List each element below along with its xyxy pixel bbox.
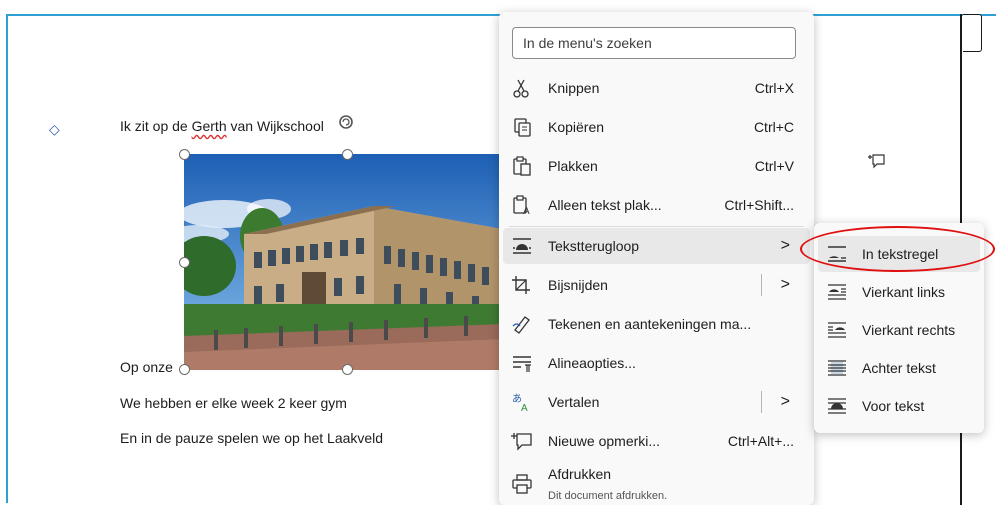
menu-item-label: Knippen bbox=[548, 80, 600, 96]
menu-item-translate[interactable]: あ A Vertalen > bbox=[503, 384, 810, 420]
chevron-right-icon[interactable]: > bbox=[781, 393, 790, 411]
menu-item-shortcut: Ctrl+V bbox=[754, 158, 794, 174]
menu-item-label: Tekenen en aantekeningen ma... bbox=[548, 316, 752, 332]
submenu-item-label: Achter tekst bbox=[862, 360, 936, 376]
context-menu: In de menu's zoeken Knippen Ctrl+X Kopië… bbox=[499, 12, 814, 505]
menu-separator bbox=[509, 226, 804, 227]
menu-item-paragraph[interactable]: Alineaopties... bbox=[503, 345, 810, 381]
doc-line-3[interactable]: We hebben er elke week 2 keer gym bbox=[120, 395, 347, 411]
rotate-handle-icon[interactable] bbox=[338, 114, 354, 130]
crop-icon bbox=[512, 276, 530, 294]
highlight-ring bbox=[800, 226, 995, 272]
scroll-tab[interactable] bbox=[963, 14, 982, 52]
square-right-icon bbox=[828, 322, 846, 338]
comment-icon[interactable] bbox=[868, 153, 886, 169]
print-icon bbox=[512, 474, 532, 494]
menu-item-new-comment[interactable]: Nieuwe opmerki... Ctrl+Alt+... bbox=[503, 423, 810, 459]
translate-icon: あ A bbox=[512, 393, 528, 412]
menu-item-label: Kopiëren bbox=[548, 119, 605, 135]
doc-line-1[interactable]: Ik zit op de Gerth van Wijkschool bbox=[120, 118, 324, 134]
menu-item-shortcut: Ctrl+Alt+... bbox=[727, 433, 794, 449]
chevron-right-icon: > bbox=[780, 237, 790, 254]
menu-item-paste-text-only[interactable]: A Alleen tekst plak... Ctrl+Shift... bbox=[503, 187, 810, 223]
submenu-item-square-left[interactable]: Vierkant links bbox=[818, 274, 980, 310]
menu-item-wrap-text[interactable]: Tekstterugloop > bbox=[503, 228, 810, 264]
submenu-item-in-front-text[interactable]: Voor tekst bbox=[818, 388, 980, 424]
line-text: van Wijkschool bbox=[226, 118, 324, 134]
menu-item-label: Afdrukken bbox=[548, 466, 612, 482]
menu-item-label: Alleen tekst plak... bbox=[548, 197, 662, 213]
paste-icon bbox=[513, 156, 531, 176]
menu-item-draw[interactable]: Tekenen en aantekeningen ma... bbox=[503, 306, 810, 342]
school-photo[interactable] bbox=[184, 154, 504, 370]
square-left-icon bbox=[828, 284, 846, 300]
svg-text:A: A bbox=[521, 403, 528, 412]
menu-item-print[interactable]: Afdrukken Dit document afdrukken. bbox=[503, 462, 810, 504]
menu-item-crop[interactable]: Bijsnijden > bbox=[503, 267, 810, 303]
resize-handle-bottom[interactable] bbox=[342, 364, 353, 375]
scissors-icon bbox=[513, 79, 529, 98]
menu-item-shortcut: Ctrl+X bbox=[754, 80, 794, 96]
paragraph-icon bbox=[513, 356, 531, 372]
doc-line-4[interactable]: En in de pauze spelen we op het Laakveld bbox=[120, 430, 383, 446]
paste-text-only-icon: A bbox=[513, 195, 530, 215]
resize-handle-top-left[interactable] bbox=[179, 149, 190, 160]
resize-handle-top[interactable] bbox=[342, 149, 353, 160]
submenu-item-label: Voor tekst bbox=[862, 398, 925, 414]
menu-item-label: Vertalen bbox=[548, 394, 600, 410]
menu-item-paste[interactable]: Plakken Ctrl+V bbox=[503, 148, 810, 184]
menu-search-input[interactable]: In de menu's zoeken bbox=[512, 27, 796, 59]
resize-handle-bottom-left[interactable] bbox=[179, 364, 190, 375]
submenu-item-label: Vierkant rechts bbox=[862, 322, 956, 338]
menu-item-label: Bijsnijden bbox=[548, 277, 608, 293]
split-divider bbox=[761, 391, 762, 413]
menu-item-label: Tekstterugloop bbox=[548, 238, 640, 254]
resize-handle-left[interactable] bbox=[179, 257, 190, 268]
line-text: Ik zit op de bbox=[120, 118, 192, 134]
svg-text:A: A bbox=[523, 206, 530, 215]
menu-item-cut[interactable]: Knippen Ctrl+X bbox=[503, 70, 810, 106]
copy-icon bbox=[514, 118, 531, 137]
draw-icon bbox=[512, 316, 530, 334]
behind-text-icon bbox=[828, 360, 846, 376]
split-divider bbox=[761, 274, 762, 296]
submenu-item-behind-text[interactable]: Achter tekst bbox=[818, 350, 980, 386]
submenu-item-square-right[interactable]: Vierkant rechts bbox=[818, 312, 980, 348]
menu-item-shortcut: Ctrl+C bbox=[753, 119, 794, 135]
chevron-right-icon[interactable]: > bbox=[781, 276, 790, 294]
menu-item-label: Alineaopties... bbox=[548, 355, 636, 371]
menu-item-label: Nieuwe opmerki... bbox=[548, 433, 661, 449]
anchor-icon[interactable]: ◇ bbox=[49, 121, 60, 138]
submenu-item-label: Vierkant links bbox=[862, 284, 946, 300]
menu-item-shortcut: Ctrl+Shift... bbox=[724, 197, 794, 213]
menu-item-label: Plakken bbox=[548, 158, 598, 174]
menu-item-description: Dit document afdrukken. bbox=[548, 490, 668, 502]
in-front-text-icon bbox=[828, 398, 846, 414]
menu-item-copy[interactable]: Kopiëren Ctrl+C bbox=[503, 109, 810, 145]
wrap-text-icon bbox=[513, 238, 531, 254]
school-photo-graphic bbox=[184, 154, 504, 370]
doc-line-2[interactable]: Op onze bbox=[120, 359, 173, 375]
misspelled-word[interactable]: Gerth bbox=[192, 118, 227, 134]
new-comment-icon bbox=[511, 433, 532, 451]
